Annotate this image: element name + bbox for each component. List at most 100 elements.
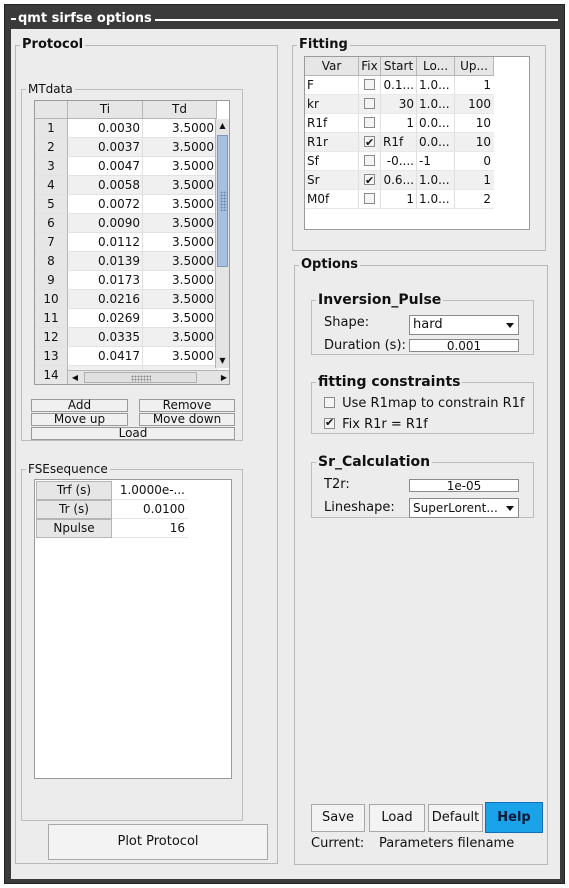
- fix-cell[interactable]: [359, 171, 381, 190]
- ti-cell[interactable]: 0.0072: [68, 195, 143, 214]
- lo-cell[interactable]: -1: [417, 152, 455, 171]
- up-cell[interactable]: 0: [455, 152, 494, 171]
- table-row[interactable]: Sf -0.... -1 0: [305, 152, 494, 171]
- start-cell[interactable]: -0....: [381, 152, 417, 171]
- fix-checkbox[interactable]: [364, 155, 375, 166]
- row-index[interactable]: 1: [35, 119, 68, 138]
- fix-r1r-checkbox[interactable]: [324, 415, 335, 430]
- row-index[interactable]: 2: [35, 138, 68, 157]
- ti-cell[interactable]: 0.0417: [68, 347, 143, 366]
- td-cell[interactable]: 3.5000: [143, 309, 217, 328]
- lo-cell[interactable]: 1.0...: [417, 76, 455, 95]
- table-row[interactable]: 12 0.0335 3.5000: [35, 328, 229, 347]
- ti-cell[interactable]: 0.0112: [68, 233, 143, 252]
- table-row[interactable]: 1 0.0030 3.5000: [35, 119, 229, 138]
- row-index[interactable]: 14: [35, 366, 68, 384]
- fix-checkbox[interactable]: [364, 79, 375, 90]
- fix-checkbox[interactable]: [364, 98, 375, 109]
- var-cell[interactable]: M0f: [305, 190, 359, 209]
- ti-cell[interactable]: 0.0047: [68, 157, 143, 176]
- row-index[interactable]: 9: [35, 271, 68, 290]
- table-row[interactable]: F 0.1... 1.0... 1: [305, 76, 494, 95]
- row-index[interactable]: 4: [35, 176, 68, 195]
- row-index[interactable]: 5: [35, 195, 68, 214]
- table-row[interactable]: 7 0.0112 3.5000: [35, 233, 229, 252]
- mtdata-horizontal-scrollbar[interactable]: ◀ ▶: [68, 370, 229, 384]
- td-cell[interactable]: 3.5000: [143, 157, 217, 176]
- column-header-fix[interactable]: Fix: [359, 57, 381, 76]
- lo-cell[interactable]: 0.0...: [417, 133, 455, 152]
- table-row[interactable]: 2 0.0037 3.5000: [35, 138, 229, 157]
- load-button[interactable]: Load: [369, 804, 425, 832]
- ti-cell[interactable]: 0.0173: [68, 271, 143, 290]
- fix-checkbox[interactable]: [364, 133, 375, 152]
- fix-cell[interactable]: [359, 95, 381, 114]
- var-cell[interactable]: R1r: [305, 133, 359, 152]
- fix-cell[interactable]: [359, 190, 381, 209]
- td-cell[interactable]: 3.5000: [143, 176, 217, 195]
- table-row[interactable]: kr 30 1.0... 100: [305, 95, 494, 114]
- load-mtdata-button[interactable]: Load: [31, 427, 235, 440]
- duration-input[interactable]: 0.001: [409, 339, 519, 352]
- td-cell[interactable]: 3.5000: [143, 214, 217, 233]
- td-cell[interactable]: 3.5000: [143, 119, 217, 138]
- remove-button[interactable]: Remove: [139, 399, 235, 412]
- start-cell[interactable]: 1: [381, 190, 417, 209]
- plot-protocol-button[interactable]: Plot Protocol: [48, 824, 268, 860]
- row-index[interactable]: 7: [35, 233, 68, 252]
- fix-cell[interactable]: [359, 133, 381, 152]
- scroll-down-icon[interactable]: ▼: [216, 354, 229, 368]
- column-header-var[interactable]: Var: [305, 57, 359, 76]
- start-cell[interactable]: 0.1...: [381, 76, 417, 95]
- table-row[interactable]: 13 0.0417 3.5000: [35, 347, 229, 366]
- column-header-up[interactable]: Up...: [455, 57, 494, 76]
- fix-cell[interactable]: [359, 152, 381, 171]
- mtdata-vertical-scrollbar[interactable]: ▲ ▼: [215, 119, 229, 368]
- td-cell[interactable]: 3.5000: [143, 138, 217, 157]
- lo-cell[interactable]: 0.0...: [417, 114, 455, 133]
- up-cell[interactable]: 10: [455, 133, 494, 152]
- fix-r1r-option[interactable]: Fix R1r = R1f: [324, 415, 428, 432]
- use-r1map-option[interactable]: Use R1map to constrain R1f: [324, 396, 524, 411]
- fix-checkbox[interactable]: [364, 117, 375, 128]
- row-index[interactable]: 11: [35, 309, 68, 328]
- mtdata-table[interactable]: Ti Td 1 0.0030 3.5000 2 0.0037 3.5000 3 0.0047 3…: [34, 100, 230, 385]
- lo-cell[interactable]: 1.0...: [417, 171, 455, 190]
- row-index[interactable]: 6: [35, 214, 68, 233]
- ti-cell[interactable]: 0.0058: [68, 176, 143, 195]
- td-cell[interactable]: 3.5000: [143, 328, 217, 347]
- lo-cell[interactable]: 1.0...: [417, 95, 455, 114]
- up-cell[interactable]: 2: [455, 190, 494, 209]
- row-index[interactable]: 3: [35, 157, 68, 176]
- table-row[interactable]: 3 0.0047 3.5000: [35, 157, 229, 176]
- vertical-scroll-thumb[interactable]: [217, 135, 228, 267]
- table-row[interactable]: 9 0.0173 3.5000: [35, 271, 229, 290]
- td-cell[interactable]: 3.5000: [143, 271, 217, 290]
- table-row[interactable]: 10 0.0216 3.5000: [35, 290, 229, 309]
- fse-trf-value[interactable]: 1.0000e-...: [112, 481, 188, 500]
- fitting-table[interactable]: Var Fix Start Lo... Up... F 0.1... 1.0... 1…: [304, 56, 530, 230]
- lo-cell[interactable]: 1.0...: [417, 190, 455, 209]
- t2r-input[interactable]: 1e-05: [409, 479, 519, 492]
- column-header-td[interactable]: Td: [143, 101, 217, 119]
- table-row[interactable]: R1f 1 0.0... 10: [305, 114, 494, 133]
- up-cell[interactable]: 1: [455, 76, 494, 95]
- var-cell[interactable]: kr: [305, 95, 359, 114]
- column-header-ti[interactable]: Ti: [68, 101, 143, 119]
- ti-cell[interactable]: 0.0037: [68, 138, 143, 157]
- up-cell[interactable]: 100: [455, 95, 494, 114]
- table-row[interactable]: 5 0.0072 3.5000: [35, 195, 229, 214]
- add-button[interactable]: Add: [31, 399, 128, 412]
- move-down-button[interactable]: Move down: [139, 413, 235, 426]
- table-row[interactable]: M0f 1 1.0... 2: [305, 190, 494, 209]
- fse-npulse-value[interactable]: 16: [112, 519, 188, 538]
- row-index[interactable]: 13: [35, 347, 68, 366]
- table-row[interactable]: 6 0.0090 3.5000: [35, 214, 229, 233]
- column-header-lo[interactable]: Lo...: [417, 57, 455, 76]
- save-button[interactable]: Save: [311, 804, 365, 832]
- td-cell[interactable]: 3.5000: [143, 347, 217, 366]
- ti-cell[interactable]: 0.0090: [68, 214, 143, 233]
- ti-cell[interactable]: 0.0269: [68, 309, 143, 328]
- start-cell[interactable]: R1f: [381, 133, 417, 152]
- table-row[interactable]: R1r R1f 0.0...10: [305, 133, 494, 152]
